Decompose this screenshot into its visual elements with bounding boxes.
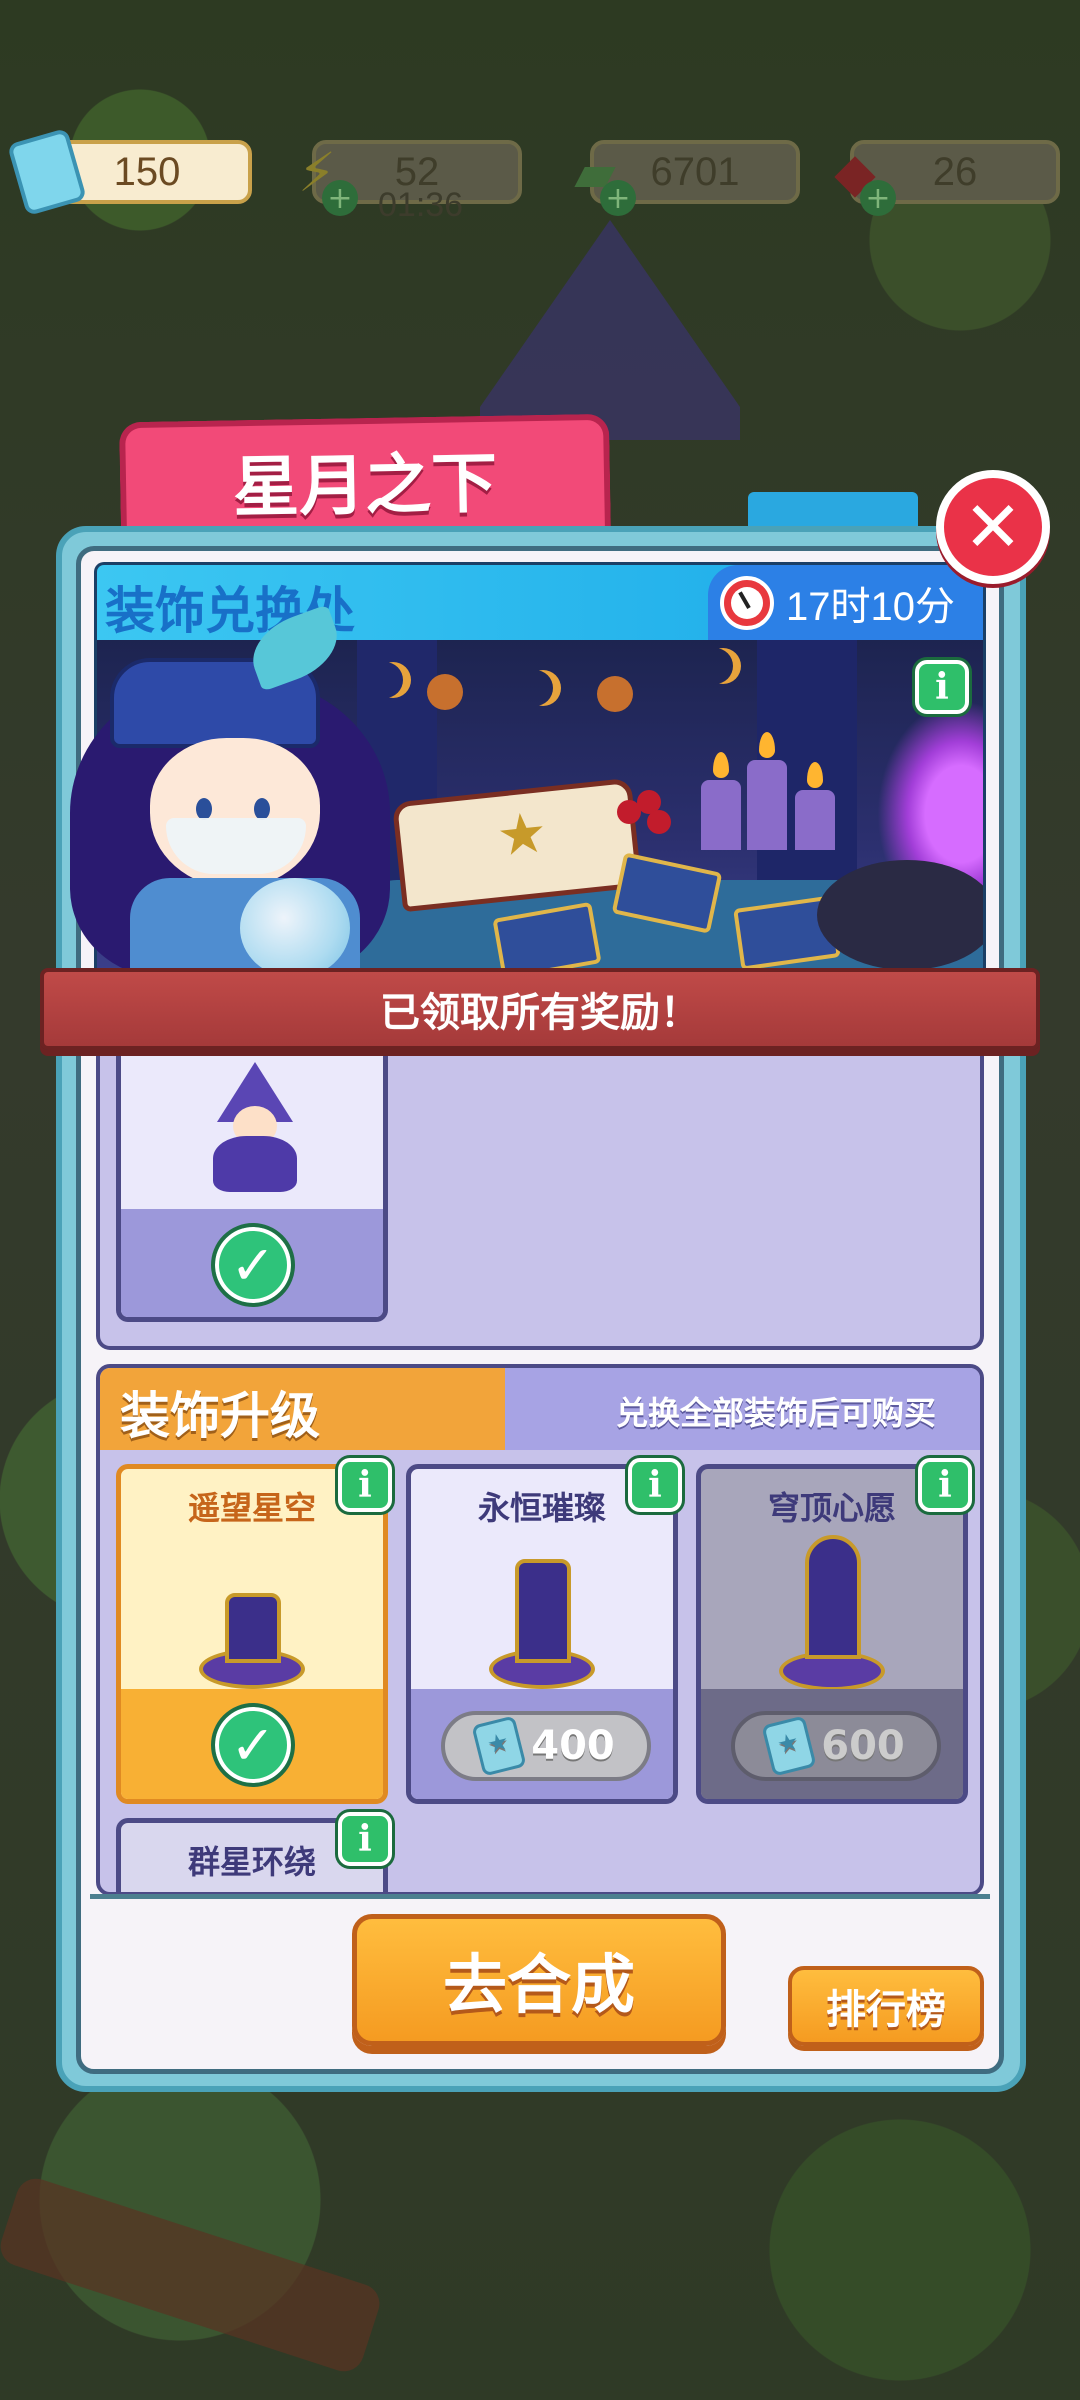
candle <box>747 760 787 850</box>
checkmark-icon: ✓ <box>211 1223 295 1307</box>
ticket-icon <box>471 1715 527 1777</box>
ticket-counter[interactable]: 150 <box>7 127 252 217</box>
add-gems-icon[interactable]: + <box>860 180 896 216</box>
tower-icon <box>489 1549 595 1699</box>
cauldron <box>817 860 983 970</box>
berries <box>617 790 677 840</box>
upgrade-card[interactable]: 永恒璀璨 400 <box>406 1464 678 1804</box>
ticket-icon <box>7 127 87 217</box>
coin-counter[interactable]: 6701 ▰ + <box>560 140 800 216</box>
upgrade-header: 装饰升级 兑换全部装饰后可购买 <box>100 1368 980 1450</box>
leaderboard-button[interactable]: 排行榜 <box>788 1966 984 2046</box>
event-title: 星月之下 <box>119 413 611 541</box>
event-timer: 17时10分 <box>708 565 983 640</box>
decoration-card[interactable]: ✓ <box>116 1040 388 1322</box>
info-icon[interactable]: i <box>628 1458 682 1512</box>
witch-decoration-icon <box>207 1062 303 1192</box>
price-button[interactable]: 400 <box>441 1711 651 1781</box>
go-merge-button[interactable]: 去合成 <box>352 1914 726 2046</box>
moon-ornament <box>697 648 733 684</box>
close-button[interactable]: ✕ <box>936 470 1050 584</box>
candle-flame <box>713 752 729 778</box>
info-icon[interactable]: i <box>918 1458 972 1512</box>
close-icon: ✕ <box>963 486 1023 568</box>
clock-icon <box>720 575 774 630</box>
energy-timer: 01:36 <box>378 186 464 224</box>
upgrade-hint: 兑换全部装饰后可购买 <box>615 1394 936 1432</box>
ticket-icon <box>761 1715 817 1777</box>
orb-ornament <box>597 676 633 712</box>
candle <box>795 790 835 850</box>
status-ribbon: 已领取所有奖励！ <box>40 968 1040 1050</box>
checkmark-icon: ✓ <box>211 1703 295 1787</box>
fortune-teller-character <box>70 604 410 978</box>
price-button[interactable]: 600 <box>731 1711 941 1781</box>
upgrade-card[interactable]: 穹顶心愿 600 <box>696 1464 968 1804</box>
scroll-divider <box>90 1894 990 1899</box>
price-value: 600 <box>821 1723 905 1769</box>
upgrade-title: 装饰升级 <box>120 1387 320 1445</box>
info-icon[interactable]: i <box>915 660 969 714</box>
price-value: 400 <box>531 1723 615 1769</box>
add-energy-icon[interactable]: + <box>322 180 358 216</box>
info-icon[interactable]: i <box>338 1812 392 1866</box>
tower-icon <box>779 1535 885 1705</box>
orb-ornament <box>427 674 463 710</box>
time-left: 17时10分 <box>786 584 955 629</box>
info-icon[interactable]: i <box>338 1458 392 1512</box>
upgrade-card[interactable]: 遥望星空 ✓ <box>116 1464 388 1804</box>
moon-ornament <box>517 670 553 706</box>
crystal-ball <box>240 878 350 978</box>
candle <box>701 780 741 850</box>
upgrade-section: 装饰升级 兑换全部装饰后可购买 遥望星空 ✓ i 永恒璀璨 400 i 穹顶心愿 <box>96 1364 984 1896</box>
tower-icon <box>199 1579 305 1699</box>
add-coins-icon[interactable]: + <box>600 180 636 216</box>
gem-counter[interactable]: 26 ◆ + <box>820 140 1070 216</box>
